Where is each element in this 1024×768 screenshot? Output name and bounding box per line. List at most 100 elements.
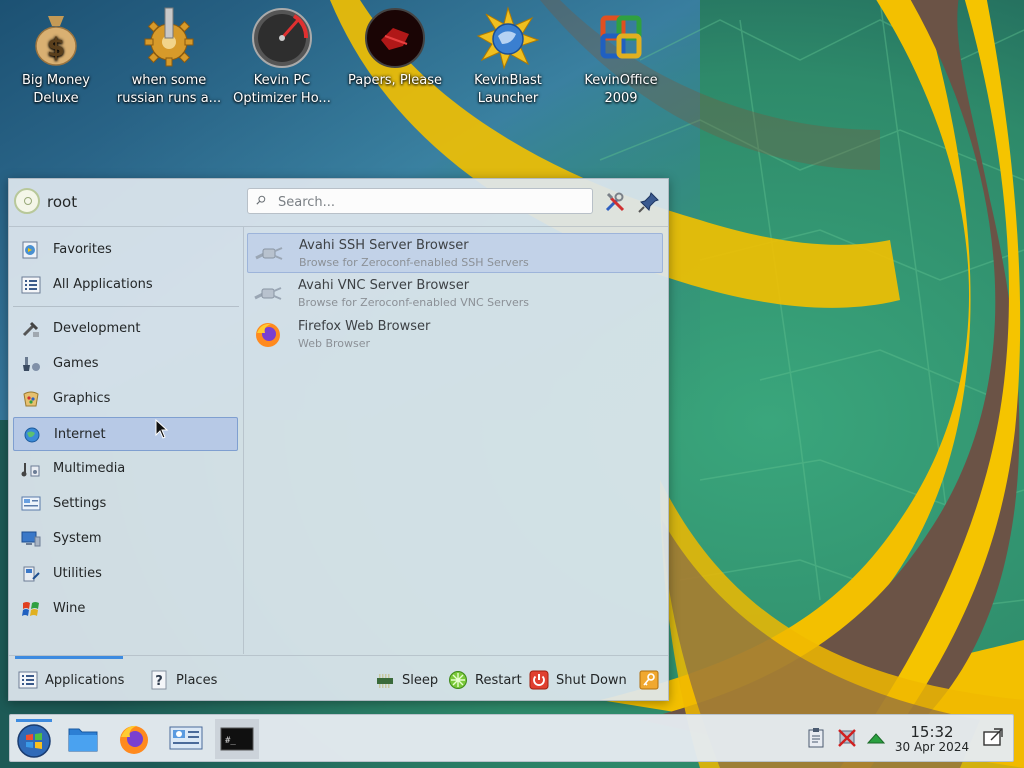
sleep-icon bbox=[377, 674, 393, 688]
desktop-icon-label-line1: KevinOffice bbox=[584, 73, 658, 88]
category-all-applications[interactable]: All Applications bbox=[13, 268, 238, 302]
app-name: Firefox Web Browser bbox=[298, 319, 431, 334]
pin-icon bbox=[638, 192, 659, 213]
application-list: Avahi SSH Server Browser Browse for Zero… bbox=[245, 227, 667, 654]
desktop-icon-label-line2: Deluxe bbox=[33, 91, 79, 106]
category-label: Utilities bbox=[53, 566, 102, 581]
internet-icon bbox=[24, 427, 40, 443]
category-graphics[interactable]: Graphics bbox=[13, 382, 238, 416]
system-settings-button[interactable] bbox=[164, 719, 208, 759]
app-avahi-ssh-browser[interactable]: Avahi SSH Server Browser Browse for Zero… bbox=[247, 233, 663, 273]
category-system[interactable]: System bbox=[13, 522, 238, 556]
desktop-icon-label-line1: KevinBlast bbox=[474, 73, 542, 88]
configure-launcher-button[interactable] bbox=[603, 190, 627, 214]
category-games[interactable]: Games bbox=[13, 347, 238, 381]
category-favorites[interactable]: Favorites bbox=[13, 233, 238, 267]
svg-text:$: $ bbox=[47, 33, 65, 63]
all-applications-icon bbox=[21, 276, 41, 294]
favorites-icon bbox=[22, 241, 38, 259]
desktop-icon-big-money-deluxe[interactable]: $ Big Money Deluxe bbox=[0, 6, 112, 110]
desktop-icon-kevinoffice-2009[interactable]: KevinOffice 2009 bbox=[565, 6, 677, 110]
shutdown-button[interactable]: Shut Down bbox=[529, 670, 627, 690]
settings-icon bbox=[21, 496, 41, 511]
desktop-icon-kevin-pc-optimizer[interactable]: Kevin PC Optimizer Ho... bbox=[226, 6, 338, 110]
desktop-icon-kevinblast-launcher[interactable]: KevinBlast Launcher bbox=[452, 6, 564, 110]
clock-date[interactable]: 30 Apr 2024 bbox=[889, 740, 975, 754]
app-name: Avahi VNC Server Browser bbox=[298, 278, 470, 293]
clipboard-icon[interactable] bbox=[806, 727, 828, 749]
category-multimedia[interactable]: Multimedia bbox=[13, 452, 238, 486]
launcher-header: root bbox=[9, 179, 668, 227]
app-description: Browse for Zeroconf-enabled VNC Servers bbox=[298, 296, 529, 309]
active-indicator bbox=[16, 719, 52, 722]
restart-label: Restart bbox=[475, 673, 522, 688]
terminal-taskbar-button[interactable]: #_ bbox=[215, 719, 259, 759]
folder-icon bbox=[68, 728, 98, 752]
taskbar: #_ 15:32 30 Apr 2024 bbox=[9, 714, 1014, 762]
firefox-taskbar-button[interactable] bbox=[112, 719, 156, 759]
show-desktop-icon[interactable] bbox=[982, 727, 1004, 749]
firefox-icon bbox=[256, 323, 280, 347]
application-launcher: root Search... Favorites All Application… bbox=[8, 178, 669, 701]
app-firefox[interactable]: Firefox Web Browser Web Browser bbox=[247, 315, 663, 355]
app-avahi-vnc-browser[interactable]: Avahi VNC Server Browser Browse for Zero… bbox=[247, 274, 663, 314]
category-label: Development bbox=[53, 321, 141, 336]
terminal-icon: #_ bbox=[220, 727, 254, 751]
app-description: Browse for Zeroconf-enabled SSH Servers bbox=[299, 256, 529, 269]
category-wine[interactable]: Wine bbox=[13, 592, 238, 626]
category-label: All Applications bbox=[53, 277, 153, 292]
papers-please-icon bbox=[363, 6, 427, 70]
category-label: Multimedia bbox=[53, 461, 126, 476]
system-settings-icon bbox=[169, 726, 203, 750]
restart-button[interactable]: Restart bbox=[448, 670, 524, 690]
network-disconnected-icon[interactable] bbox=[836, 727, 858, 749]
category-label: Wine bbox=[53, 601, 86, 616]
sleep-button[interactable]: Sleep bbox=[375, 670, 441, 690]
all-applications-icon bbox=[18, 671, 38, 689]
category-development[interactable]: Development bbox=[13, 312, 238, 346]
desktop-icon-label-line2: 2009 bbox=[604, 91, 638, 106]
tab-label: Applications bbox=[45, 673, 125, 688]
file-manager-button[interactable] bbox=[61, 719, 105, 759]
wine-icon bbox=[22, 602, 39, 616]
active-tab-indicator bbox=[15, 656, 123, 659]
category-internet[interactable]: Internet bbox=[13, 417, 238, 451]
avatar[interactable] bbox=[14, 188, 40, 214]
category-label: System bbox=[53, 531, 102, 546]
office-icon bbox=[589, 6, 653, 70]
network-plug-icon bbox=[255, 247, 283, 260]
network-plug-icon bbox=[254, 287, 282, 300]
clock-time[interactable]: 15:32 bbox=[899, 723, 965, 741]
tab-places[interactable]: ? Places bbox=[149, 670, 229, 690]
money-bag-icon: $ bbox=[24, 6, 88, 70]
start-menu-button[interactable] bbox=[12, 719, 56, 759]
category-list: Favorites All Applications Development G… bbox=[9, 227, 244, 654]
globe-burst-icon bbox=[476, 6, 540, 70]
tab-applications[interactable]: Applications bbox=[18, 670, 128, 690]
category-utilities[interactable]: Utilities bbox=[13, 557, 238, 591]
search-box[interactable] bbox=[247, 188, 593, 214]
search-input[interactable] bbox=[276, 191, 580, 213]
sleep-label: Sleep bbox=[402, 673, 439, 688]
gear-icon bbox=[137, 6, 201, 70]
desktop-icon-papers-please[interactable]: Papers, Please bbox=[339, 6, 451, 110]
category-label: Internet bbox=[54, 427, 106, 442]
pin-launcher-button[interactable] bbox=[637, 190, 661, 214]
key-icon bbox=[639, 670, 659, 690]
category-separator bbox=[13, 306, 239, 307]
desktop-icon-label-line2: russian runs a... bbox=[116, 91, 222, 106]
graphics-icon bbox=[23, 391, 39, 407]
games-icon bbox=[23, 357, 40, 371]
utilities-icon bbox=[23, 566, 40, 582]
shutdown-label: Shut Down bbox=[556, 673, 627, 688]
firefox-icon bbox=[120, 725, 148, 754]
desktop-icon-russian[interactable]: when some russian runs a... bbox=[113, 6, 225, 110]
gauge-icon bbox=[250, 6, 314, 70]
category-label: Settings bbox=[53, 496, 107, 511]
category-settings[interactable]: Settings bbox=[13, 487, 238, 521]
lock-screen-button[interactable] bbox=[639, 670, 659, 690]
app-name: Avahi SSH Server Browser bbox=[299, 238, 469, 253]
launcher-footer: Applications ? Places Sleep Restart Shut… bbox=[9, 655, 668, 701]
category-label: Favorites bbox=[53, 242, 112, 257]
updates-arrow-icon[interactable] bbox=[865, 727, 887, 749]
